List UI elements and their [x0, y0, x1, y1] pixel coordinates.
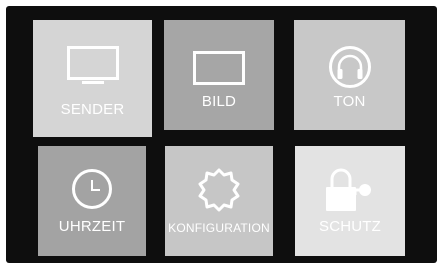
- tile-sender[interactable]: SENDER: [33, 20, 152, 137]
- tile-label: TON: [333, 93, 366, 110]
- clock-icon: [38, 168, 146, 210]
- tile-label: BILD: [201, 93, 237, 110]
- tile-bild[interactable]: BILD: [164, 20, 274, 130]
- gear-icon: [165, 166, 273, 214]
- tile-uhrzeit[interactable]: UHRZEIT: [38, 146, 146, 256]
- tile-label: UHRZEIT: [58, 218, 126, 235]
- tile-schutz[interactable]: SCHUTZ: [295, 146, 405, 256]
- tv-menu-screen: SENDER BILD TON UHRZEIT KONFIGURATION SC…: [6, 6, 437, 263]
- tile-ton[interactable]: TON: [294, 20, 405, 130]
- tv-icon: [33, 46, 152, 86]
- picture-frame-icon: [164, 51, 274, 85]
- tile-label: SCHUTZ: [318, 218, 382, 235]
- tile-konfiguration[interactable]: KONFIGURATION: [165, 146, 273, 256]
- tile-label: KONFIGURATION: [168, 221, 270, 235]
- tile-label: SENDER: [60, 101, 125, 118]
- headphones-icon: [294, 45, 405, 89]
- lock-key-icon: [295, 167, 405, 213]
